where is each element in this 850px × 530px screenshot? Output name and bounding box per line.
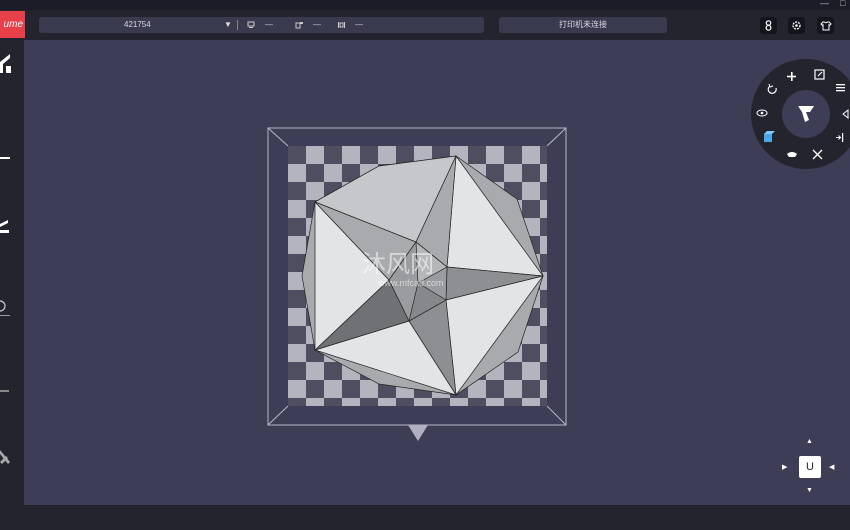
left-sidebar [0, 40, 24, 530]
shirt-button[interactable] [817, 17, 834, 34]
triangle-down-icon[interactable] [408, 425, 428, 441]
view-down-arrow[interactable]: ▼ [806, 487, 813, 494]
radial-menu [750, 58, 850, 170]
filament-icon [295, 21, 303, 29]
app-logo[interactable]: ume [0, 11, 25, 38]
status-bar [24, 505, 850, 530]
watermark-url: www.mfcad.com [377, 278, 444, 288]
layers-icon[interactable] [836, 84, 845, 92]
print-time-value: — [265, 20, 273, 29]
shirt-icon [819, 21, 832, 30]
3d-viewport[interactable]: 沐风网 www.mfcad.com [24, 40, 850, 505]
view-right-arrow[interactable]: ▶ [782, 463, 787, 471]
dimensions-icon [338, 21, 345, 28]
chevron-down-icon[interactable]: ▼ [224, 17, 232, 33]
search-icon[interactable] [0, 298, 12, 318]
home-icon[interactable] [0, 52, 12, 74]
model-name: 421754 [124, 20, 151, 29]
divider [237, 20, 238, 30]
edit-icon[interactable] [0, 220, 12, 234]
account-icon [765, 20, 772, 31]
dimensions-value: — [355, 20, 363, 29]
account-button[interactable] [760, 17, 777, 34]
view-left-arrow[interactable]: ◀ [829, 463, 834, 471]
maximize-button[interactable]: □ [840, 0, 845, 8]
slice-icon[interactable] [0, 154, 12, 162]
settings-button[interactable] [788, 17, 805, 34]
dimensions-stat: — [337, 17, 363, 33]
print-time-icon [247, 21, 255, 28]
view-cube-face[interactable]: U [799, 456, 821, 478]
watermark-text: 沐风网 [362, 251, 434, 278]
filament-value: — [313, 20, 321, 29]
tools-icon[interactable] [0, 448, 12, 468]
minimize-button[interactable]: — [820, 0, 829, 8]
title-bar: — □ [0, 0, 850, 10]
print-time-stat: — [247, 17, 273, 33]
model-selector[interactable]: 421754 ▼ — — — [39, 17, 484, 33]
printer-status[interactable]: 打印机未连接 [499, 17, 667, 33]
view-cube[interactable]: ▲ ◀ ▶ ▼ U [779, 438, 839, 498]
filament-stat: — [295, 17, 321, 33]
view-up-arrow[interactable]: ▲ [806, 438, 813, 445]
settings-icon [792, 21, 801, 30]
radial-menu-wheel [751, 59, 850, 169]
ruler-icon[interactable] [0, 386, 12, 396]
viewport-canvas: 沐风网 www.mfcad.com [267, 127, 567, 441]
